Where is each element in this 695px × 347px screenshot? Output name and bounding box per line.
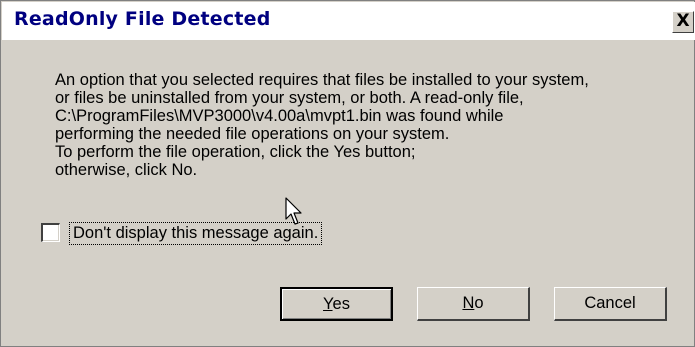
close-button[interactable]: X bbox=[672, 11, 694, 33]
readonly-file-dialog: ReadOnly File Detected X An option that … bbox=[0, 0, 695, 347]
cancel-label: Cancel bbox=[584, 294, 636, 312]
no-mnemonic: N bbox=[462, 294, 475, 312]
mouse-pointer-icon bbox=[285, 197, 302, 225]
close-icon: X bbox=[676, 11, 690, 31]
window-title: ReadOnly File Detected bbox=[14, 8, 271, 30]
no-label-rest: o bbox=[474, 294, 484, 312]
message-line: or files be uninstalled from your system… bbox=[55, 89, 524, 107]
message-line: performing the needed file operations on… bbox=[55, 125, 450, 143]
cancel-button[interactable]: Cancel bbox=[554, 287, 667, 321]
yes-mnemonic: Y bbox=[323, 295, 333, 313]
yes-button[interactable]: Yes bbox=[280, 287, 393, 321]
message-line: C:\ProgramFiles\MVP3000\v4.00a\mvpt1.bin… bbox=[55, 107, 504, 125]
title-bar[interactable]: ReadOnly File Detected X bbox=[2, 2, 695, 40]
dont-display-again-checkbox[interactable] bbox=[41, 223, 60, 242]
message-line: An option that you selected requires tha… bbox=[55, 71, 589, 89]
message-text: An option that you selected requires tha… bbox=[55, 71, 685, 179]
no-button[interactable]: No bbox=[417, 287, 530, 321]
message-line: otherwise, click No. bbox=[55, 161, 198, 179]
yes-label-rest: es bbox=[332, 295, 350, 313]
message-line: To perform the file operation, click the… bbox=[55, 143, 416, 161]
